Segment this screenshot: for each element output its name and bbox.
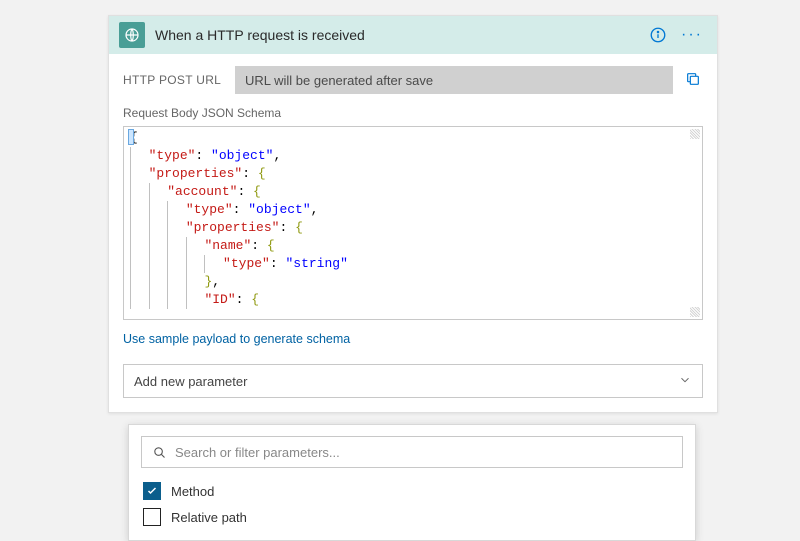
code-line: "properties": { xyxy=(130,219,696,237)
search-icon xyxy=(152,445,167,460)
parameter-option[interactable]: Method xyxy=(141,478,683,504)
card-body: HTTP POST URL URL will be generated afte… xyxy=(109,54,717,412)
url-label: HTTP POST URL xyxy=(123,73,223,87)
add-parameter-dropdown[interactable]: Add new parameter xyxy=(123,364,703,398)
parameter-option[interactable]: Relative path xyxy=(141,504,683,530)
schema-editor[interactable]: { "type": "object", "properties": { "acc… xyxy=(123,126,703,320)
schema-label: Request Body JSON Schema xyxy=(123,106,703,120)
code-line: "name": { xyxy=(130,237,696,255)
scroll-indicator-bottom xyxy=(690,307,700,317)
code-line: { xyxy=(130,129,696,147)
url-row: HTTP POST URL URL will be generated afte… xyxy=(123,66,703,94)
checkbox-icon[interactable] xyxy=(143,508,161,526)
code-line: "type": "string" xyxy=(130,255,696,273)
code-line: "properties": { xyxy=(130,165,696,183)
code-line: "type": "object", xyxy=(130,201,696,219)
chevron-down-icon xyxy=(678,373,692,390)
http-globe-icon xyxy=(119,22,145,48)
more-icon[interactable]: ··· xyxy=(677,26,707,44)
scroll-indicator-top xyxy=(690,129,700,139)
parameter-dropdown-panel: Method Relative path xyxy=(128,424,696,541)
parameter-option-label: Relative path xyxy=(171,510,247,525)
checkbox-checked-icon[interactable] xyxy=(143,482,161,500)
url-field: URL will be generated after save xyxy=(235,66,673,94)
parameter-option-label: Method xyxy=(171,484,214,499)
code-line: "account": { xyxy=(130,183,696,201)
code-line: }, xyxy=(130,273,696,291)
parameter-search[interactable] xyxy=(141,436,683,468)
info-icon[interactable] xyxy=(649,26,667,44)
add-parameter-label: Add new parameter xyxy=(134,374,247,389)
card-title: When a HTTP request is received xyxy=(155,27,639,43)
code-line: "type": "object", xyxy=(130,147,696,165)
cursor-marker xyxy=(128,129,134,145)
use-sample-payload-link[interactable]: Use sample payload to generate schema xyxy=(123,332,350,346)
code-line: "ID": { xyxy=(130,291,696,309)
parameter-search-input[interactable] xyxy=(175,445,672,460)
card-header[interactable]: When a HTTP request is received ··· xyxy=(109,16,717,54)
http-trigger-card: When a HTTP request is received ··· HTTP… xyxy=(108,15,718,413)
copy-icon[interactable] xyxy=(685,71,703,89)
